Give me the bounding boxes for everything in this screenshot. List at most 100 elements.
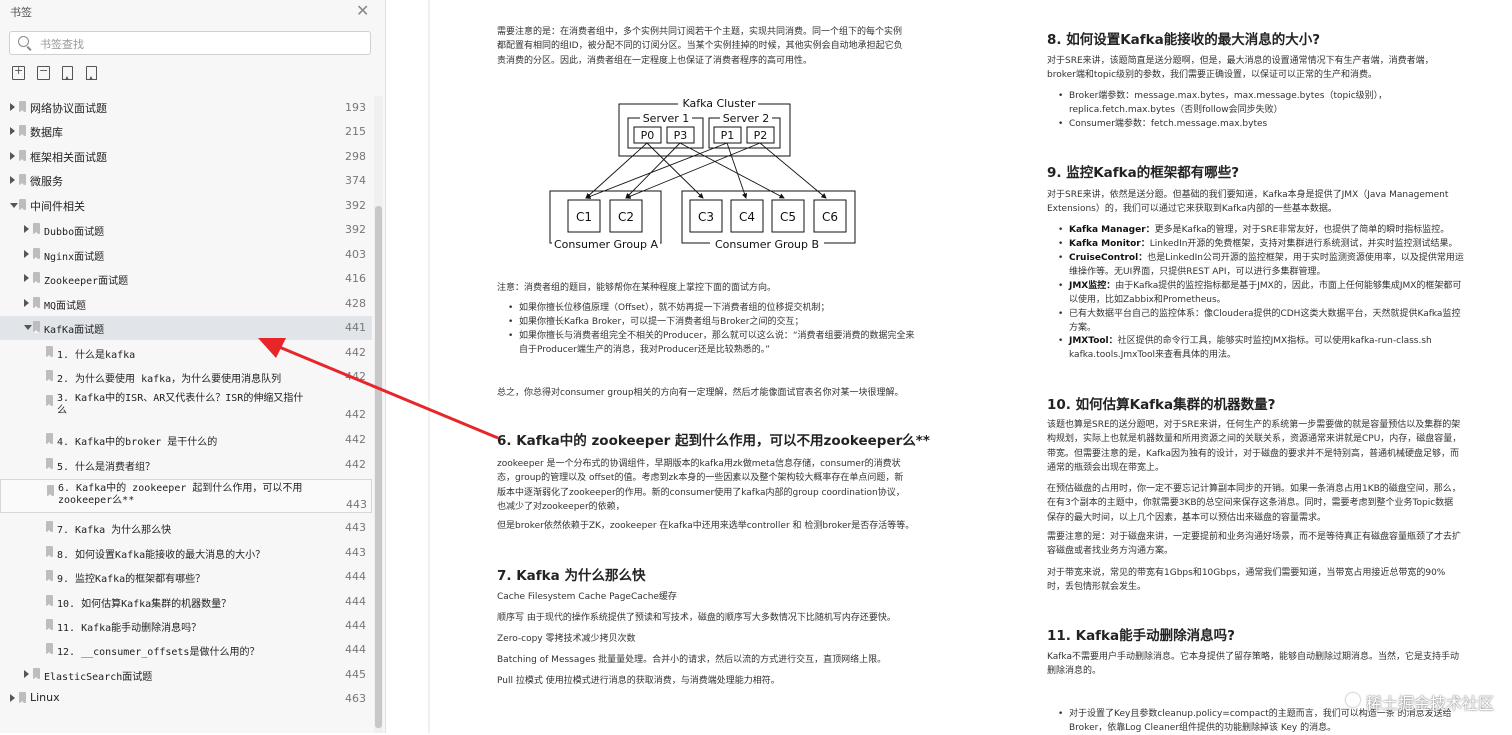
chevron-right-icon[interactable] (10, 694, 15, 702)
remove-bookmark-icon[interactable] (86, 66, 97, 80)
bookmark-label: 网络协议面试题 (30, 102, 107, 115)
bookmark-item[interactable]: Nginx面试题 403 (0, 243, 372, 267)
bookmark-page-number: 443 (345, 546, 366, 559)
chevron-right-icon[interactable] (24, 250, 29, 258)
bookmark-label: 微服务 (30, 175, 63, 188)
bookmark-item[interactable]: 中间件相关 392 (0, 194, 372, 218)
bookmark-item[interactable]: 9. 监控Kafka的框架都有哪些？ 444 (0, 565, 372, 589)
paragraph: 在预估磁盘的占用时，你一定不要忘记计算副本同步的开销。如果一条消息占用1KB的磁… (1047, 484, 1461, 523)
bookmark-item[interactable]: ElasticSearch面试题 445 (0, 663, 372, 687)
bookmark-icon (19, 125, 26, 137)
bookmark-label: Dubbo面试题 (44, 227, 105, 238)
bookmark-icon (33, 668, 40, 680)
bookmark-item[interactable]: 12. __consumer_offsets是做什么用的？ 444 (0, 638, 372, 662)
bookmark-page-number: 416 (345, 272, 366, 285)
bookmark-label: 8. 如何设置Kafka能接收的最大消息的大小？ (57, 550, 266, 561)
chevron-right-icon[interactable] (10, 103, 15, 111)
bookmark-item[interactable]: Linux 463 (0, 687, 372, 711)
bookmark-item[interactable]: Zookeeper面试题 416 (0, 267, 372, 291)
bookmark-icon (19, 174, 26, 186)
bookmark-page-number: 444 (345, 595, 366, 608)
bookmark-item[interactable]: 11. Kafka能手动删除消息吗？ 444 (0, 614, 372, 638)
bookmark-item[interactable]: 10. 如何估算Kafka集群的机器数量？ 444 (0, 590, 372, 614)
paragraph: Kafka不需要用户手动删除消息。它本身提供了留存策略，能够自动删除过期消息。当… (1047, 652, 1459, 677)
bookmark-item[interactable]: 5. 什么是消费者组？ 442 (0, 453, 372, 477)
expand-all-icon[interactable] (12, 64, 25, 80)
bookmark-page-number: 444 (345, 570, 366, 583)
bookmark-label: 12. __consumer_offsets是做什么用的？ (57, 647, 260, 658)
bookmark-icon (46, 546, 53, 558)
server-1-label: Server 1 (643, 112, 690, 125)
bookmark-icon (33, 248, 40, 260)
bookmark-label: KafKa面试题 (44, 325, 105, 336)
bookmark-icon (46, 619, 53, 631)
bookmark-label: Zookeeper面试题 (44, 276, 129, 287)
bookmark-search-input[interactable] (38, 35, 362, 53)
bookmark-item[interactable]: 微服务 374 (0, 169, 372, 193)
bookmark-label: 6. Kafka中的 zookeeper 起到什么作用，可以不用zookeepe… (58, 483, 303, 506)
collapse-all-icon[interactable] (37, 64, 50, 80)
bullet-item: Broker端参数：message.max.bytes，max.message.… (1058, 89, 1399, 117)
bookmark-icon (33, 297, 40, 309)
chevron-right-icon[interactable] (10, 127, 15, 135)
partition-p3: P3 (674, 129, 688, 142)
bookmark-icon (47, 485, 54, 497)
bookmark-page-number: 445 (345, 668, 366, 681)
bookmark-icon (46, 433, 53, 445)
chevron-right-icon[interactable] (24, 274, 29, 282)
heading-9: 9. 监控Kafka的框架都有哪些? (1047, 165, 1240, 181)
heading-8: 8. 如何设置Kafka能接收的最大消息的大小? (1047, 32, 1321, 48)
bookmark-item[interactable]: 框架相关面试题 298 (0, 145, 372, 169)
bookmark-icon (33, 321, 40, 333)
heading-10: 10. 如何估算Kafka集群的机器数量? (1047, 397, 1276, 413)
bookmark-item[interactable]: Dubbo面试题 392 (0, 218, 372, 242)
bookmark-item[interactable]: MQ面试题 428 (0, 292, 372, 316)
add-bookmark-icon[interactable] (62, 66, 73, 80)
heading-7: 7. Kafka 为什么那么快 (497, 568, 646, 584)
bookmark-label: 5. 什么是消费者组？ (57, 462, 156, 473)
paragraph: 对于SRE来讲，该题简直是送分题啊，但是，最大消息的设置通常情况下有生产者端，消… (1047, 56, 1434, 81)
bookmark-item[interactable]: 数据库 215 (0, 120, 372, 144)
bookmark-item[interactable]: 网络协议面试题 193 (0, 96, 372, 120)
close-icon[interactable]: ✕ (356, 1, 369, 20)
chevron-down-icon[interactable] (10, 203, 18, 208)
consumer-group-b-box: C3 C4 C5 C6 Consumer Group B (681, 190, 856, 251)
bookmark-icon (46, 595, 53, 607)
bookmark-label: Nginx面试题 (44, 252, 105, 263)
bullet-item: Kafka Monitor：LinkedIn开源的免费框架，支持对集群进行系统测… (1058, 237, 1467, 251)
chevron-right-icon[interactable] (10, 152, 15, 160)
bookmark-page-number: 463 (345, 692, 366, 705)
search-icon (18, 36, 29, 47)
paragraph: 对于SRE来讲，依然是送分题。但基础的我们要知道，Kafka本身是提供了JMX（… (1047, 190, 1449, 215)
bookmark-page-number: 444 (345, 619, 366, 632)
scrollbar-thumb[interactable] (375, 206, 382, 728)
bookmark-label: 4. Kafka中的broker 是干什么的 (57, 437, 218, 448)
bookmark-item[interactable]: 7. Kafka 为什么那么快 443 (0, 516, 372, 540)
bookmark-label: MQ面试题 (44, 301, 87, 312)
chevron-right-icon[interactable] (10, 176, 15, 184)
bookmark-search-box[interactable] (9, 31, 371, 55)
bookmark-icon (33, 272, 40, 284)
bookmark-icon (19, 199, 26, 211)
bookmark-item[interactable]: 8. 如何设置Kafka能接收的最大消息的大小？ 443 (0, 541, 372, 565)
bookmark-page-number: 298 (345, 150, 366, 163)
consumer-c1: C1 (576, 210, 592, 224)
bookmark-item[interactable]: 6. Kafka中的 zookeeper 起到什么作用，可以不用zookeepe… (0, 479, 372, 513)
bookmark-label: 数据库 (30, 126, 63, 139)
bullet-value: 由于Kafka提供的监控指标都是基于JMX的，因此，市面上任何能够集成JMX的框… (1069, 281, 1462, 305)
chevron-right-icon[interactable] (24, 670, 29, 678)
bookmark-label: 11. Kafka能手动删除消息吗？ (57, 623, 202, 634)
bullet-item: 如果你擅长位移值原理（Offset），就不妨再提一下消费者组的位移提交机制； (508, 301, 915, 315)
chevron-right-icon[interactable] (24, 225, 29, 233)
list-item: Zero-copy 零拷技术减少拷贝次数 (497, 634, 636, 644)
heading-6: 6. Kafka中的 zookeeper 起到什么作用，可以不用zookeepe… (497, 433, 930, 449)
consumer-c3: C3 (698, 210, 714, 224)
chevron-down-icon[interactable] (24, 325, 32, 330)
bookmark-page-number: 442 (345, 458, 366, 471)
bookmark-label: 7. Kafka 为什么那么快 (57, 525, 172, 536)
bookmark-page-number: 444 (345, 643, 366, 656)
list-item: 顺序写 由于现代的操作系统提供了预读和写技术，磁盘的顺序写大多数情况下比随机写内… (497, 613, 896, 623)
chevron-right-icon[interactable] (24, 299, 29, 307)
bullet-item: JMXTool：社区提供的命令行工具，能够实时监控JMX指标。可以使用kafka… (1058, 334, 1467, 362)
bullet-key: Kafka Manager： (1069, 225, 1155, 235)
